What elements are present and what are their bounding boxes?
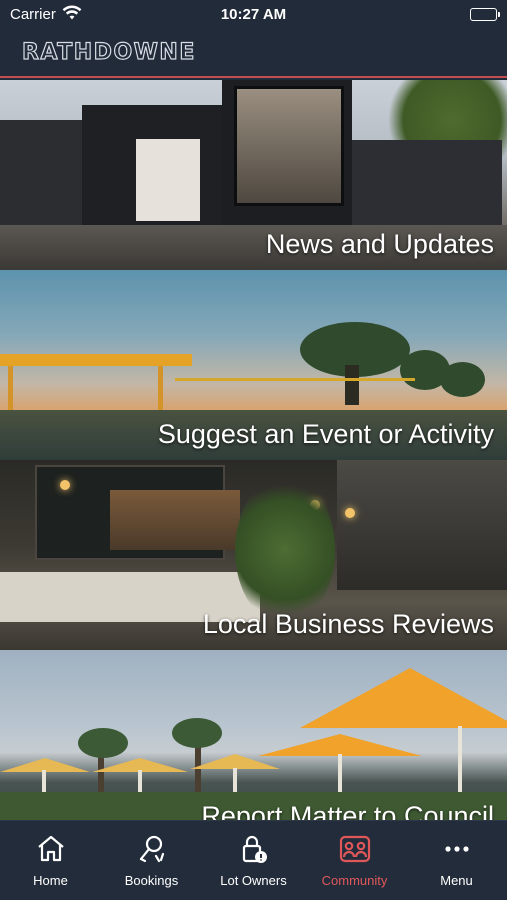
status-bar: Carrier 10:27 AM bbox=[0, 0, 507, 30]
tab-menu[interactable]: Menu bbox=[406, 821, 507, 900]
community-icon bbox=[339, 833, 371, 865]
tab-label: Home bbox=[33, 873, 68, 888]
lot-owners-icon bbox=[238, 833, 270, 865]
tile-label: Report Matter to Council bbox=[201, 801, 494, 820]
tab-lot-owners[interactable]: Lot Owners bbox=[203, 821, 304, 900]
tile-label: News and Updates bbox=[265, 229, 494, 259]
tile-label: Local Business Reviews bbox=[202, 609, 494, 639]
tab-label: Bookings bbox=[124, 873, 179, 888]
tab-community[interactable]: Community bbox=[304, 821, 405, 900]
local-business-reviews-tile[interactable]: Local Business Reviews bbox=[0, 460, 507, 650]
bookings-icon bbox=[136, 833, 168, 865]
home-icon bbox=[35, 833, 67, 865]
tile-label: Suggest an Event or Activity bbox=[157, 419, 494, 449]
tab-bar: Home Bookings Lot Owners Community Menu bbox=[0, 820, 507, 900]
suggest-event-tile[interactable]: Suggest an Event or Activity bbox=[0, 270, 507, 460]
tab-label: Community bbox=[321, 873, 388, 888]
tab-label: Lot Owners bbox=[220, 873, 287, 888]
app-header: RATHDOWNE bbox=[0, 30, 507, 78]
report-matter-tile[interactable]: Report Matter to Council bbox=[0, 650, 507, 820]
news-and-updates-tile[interactable]: News and Updates bbox=[0, 80, 507, 270]
battery-icon bbox=[470, 8, 500, 21]
community-tiles: News and Updates Suggest an Event or Act… bbox=[0, 80, 507, 820]
clock-time: 10:27 AM bbox=[220, 6, 287, 23]
rathdowne-logo: RATHDOWNE bbox=[21, 39, 196, 65]
tab-label: Menu bbox=[440, 873, 473, 888]
tab-bookings[interactable]: Bookings bbox=[101, 821, 202, 900]
tab-home[interactable]: Home bbox=[0, 821, 101, 900]
more-icon bbox=[441, 833, 473, 865]
